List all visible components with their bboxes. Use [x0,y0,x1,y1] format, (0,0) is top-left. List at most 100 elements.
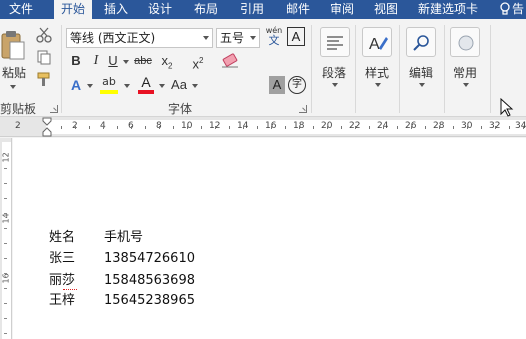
row-phone[interactable]: 13854726610 [104,249,195,268]
tab-file[interactable]: 文件 [4,0,38,19]
change-case-button[interactable]: Aa [168,75,190,95]
copy-icon[interactable] [36,49,52,65]
paste-button[interactable]: 粘贴 [2,64,26,81]
tab-view[interactable]: 视图 [368,0,404,19]
ruler-tick-mark [131,126,132,129]
underline-dropdown-arrow[interactable] [123,60,129,64]
header-phone[interactable]: 手机号 [104,228,143,247]
styles-icon-letter: A [369,36,380,53]
common-button-box[interactable] [450,27,480,57]
ruler-tick-mark [481,126,482,129]
ruler-tick-mark [271,126,272,129]
vertical-ruler-tick-mark [4,183,7,184]
vertical-ruler-tick-label: 12 [1,152,11,163]
styles-button-box[interactable]: A [362,27,392,57]
highlight-icon: ab [102,75,116,88]
ruler-tick-mark [61,126,62,129]
superscript-mark: 2 [199,56,204,65]
common-icon [458,35,474,51]
ruler-tick-mark [215,126,216,129]
phonetic-guide-button[interactable]: wén 文 [264,26,284,48]
cut-icon[interactable] [36,27,52,43]
common-dropdown-arrow[interactable] [463,83,469,87]
font-size-value: 五号 [220,31,245,45]
document-page[interactable]: 姓名 手机号 张三 13854726610 丽莎 15848563698 王梓 … [13,138,526,339]
chevron-down-icon [250,36,256,40]
row-name[interactable]: 张三 [49,249,75,268]
font-dialog-launcher[interactable] [299,105,307,113]
indent-marker-icon[interactable] [42,117,52,137]
row-name[interactable]: 王梓 [49,291,75,310]
row-phone[interactable]: 15645238965 [104,291,195,310]
chevron-down-icon [203,36,209,40]
vertical-ruler-tick-label: 16 [1,273,11,284]
paragraph-dropdown-arrow[interactable] [332,83,338,87]
highlight-dropdown-arrow[interactable] [124,84,130,88]
paragraph-button-box[interactable] [320,27,350,57]
tab-design[interactable]: 设计 [142,0,178,19]
common-button[interactable]: 常用 [453,64,477,81]
paste-icon[interactable] [0,30,26,62]
group-separator [355,25,356,113]
vertical-ruler-tick-mark [4,213,7,214]
vertical-ruler-tick-mark [4,228,7,229]
mouse-pointer-icon [500,98,514,117]
strikethrough-button[interactable]: abc [131,51,155,71]
text-effects-dropdown-arrow[interactable] [87,84,93,88]
character-shading-button[interactable]: A [269,76,285,94]
paste-dropdown-arrow[interactable] [10,85,16,89]
change-case-dropdown-arrow[interactable] [192,84,198,88]
font-color-button[interactable]: A [136,75,156,97]
vertical-ruler[interactable]: 12 14 16 [0,138,12,339]
ruler-tick-mark [397,126,398,129]
horizontal-ruler[interactable]: 2246810121416182022242628303234 [0,117,526,137]
highlight-button[interactable]: ab [98,75,120,97]
subscript-button[interactable]: x2 [159,51,175,77]
tab-references[interactable]: 引用 [234,0,270,19]
editing-button-box[interactable] [406,27,436,57]
ruler-tick-mark [229,126,230,129]
editing-dropdown-arrow[interactable] [419,83,425,87]
header-name[interactable]: 姓名 [49,228,75,247]
styles-button[interactable]: 样式 [365,64,389,81]
bold-button[interactable]: B [68,51,84,71]
ruler-tick-mark [495,126,496,129]
tab-insert[interactable]: 插入 [98,0,134,19]
font-size-combo[interactable]: 五号 [216,28,260,48]
row-phone[interactable]: 15848563698 [104,271,195,290]
text-effects-button[interactable]: A [68,75,84,95]
superscript-button[interactable]: x2 [190,51,206,74]
styles-dropdown-arrow[interactable] [375,83,381,87]
ruler-tick-mark [285,126,286,129]
character-border-button[interactable]: A [287,27,305,46]
tab-new-tab[interactable]: 新建选项卡 [413,0,483,19]
group-separator [444,25,445,113]
ruler-tick-mark [103,126,104,129]
tab-review[interactable]: 审阅 [324,0,360,19]
italic-button[interactable]: I [88,51,104,71]
paragraph-button[interactable]: 段落 [322,64,346,81]
tab-layout[interactable]: 布局 [188,0,224,19]
font-color-dropdown-arrow[interactable] [159,84,165,88]
ruler-tick-mark [173,126,174,129]
lightbulb-icon[interactable] [499,2,511,16]
font-name-combo[interactable]: 等线 (西文正文) [66,28,213,48]
editing-button[interactable]: 编辑 [409,64,433,81]
tab-mailings[interactable]: 邮件 [280,0,316,19]
ruler-tick-mark [89,126,90,129]
clipboard-dialog-launcher[interactable] [50,105,58,113]
tell-me-label[interactable]: 告 [512,0,524,19]
underline-button[interactable]: U [106,51,120,71]
row-name[interactable]: 丽莎 [49,271,75,290]
format-painter-icon[interactable] [36,71,52,87]
ruler-tick-mark [145,126,146,129]
tab-home[interactable]: 开始 [54,0,92,19]
highlight-color-bar [100,90,118,94]
ruler-tick-mark [523,126,524,129]
clear-formatting-icon[interactable] [220,53,240,69]
vertical-ruler-text-area [2,142,11,339]
ruler-tick-mark [159,126,160,129]
ruler-tick-mark [75,126,76,129]
enclose-characters-button[interactable]: 字 [288,76,306,94]
group-separator [399,25,400,113]
